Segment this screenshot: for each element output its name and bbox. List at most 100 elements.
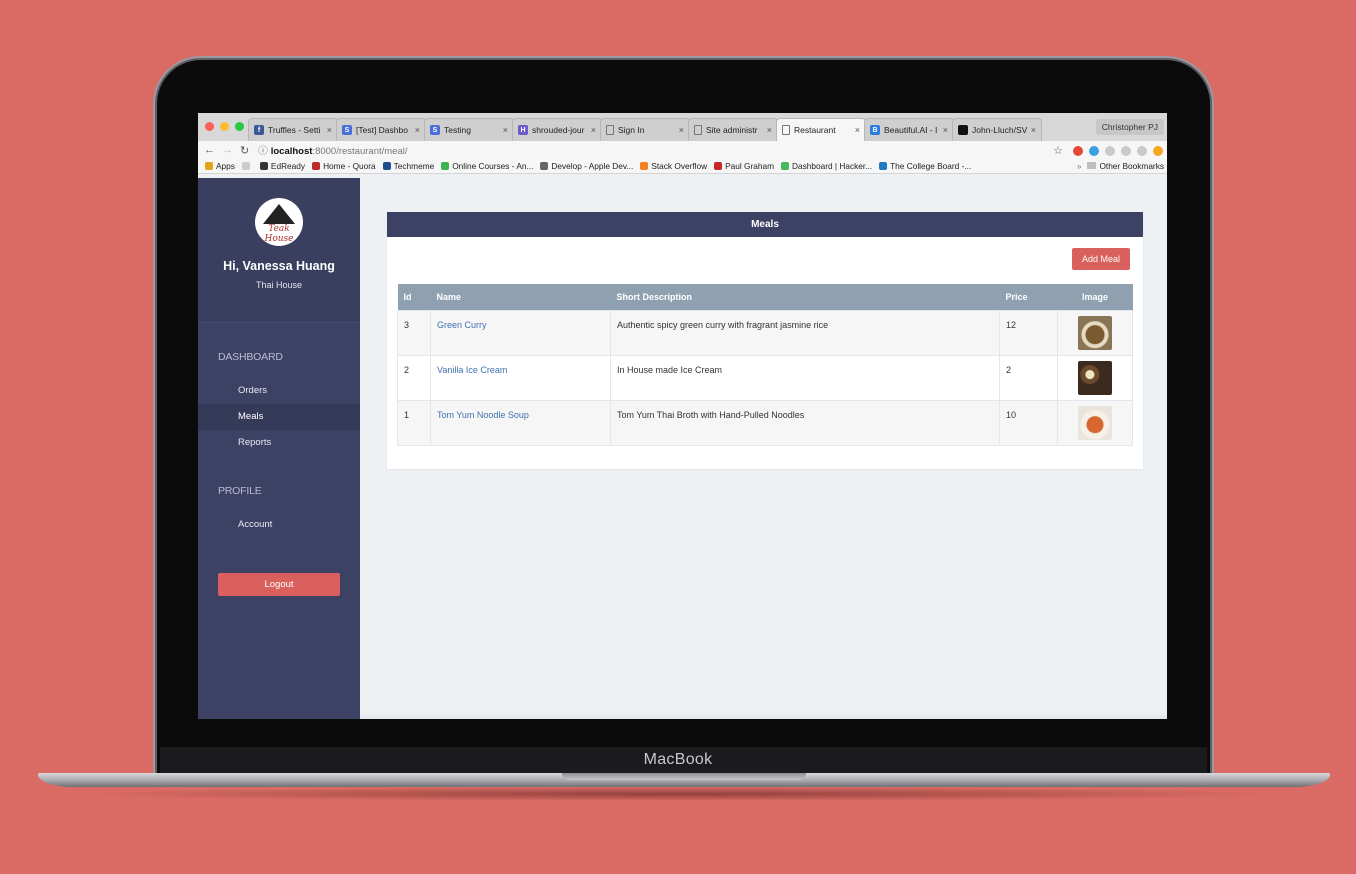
info-icon[interactable]: ⓘ: [258, 146, 268, 157]
reload-icon[interactable]: ↻: [240, 144, 249, 157]
browser-toolbar: ← → ↻ ⓘ localhost:8000/restaurant/meal/ ☆: [198, 141, 1167, 159]
bookmarks-overflow-icon[interactable]: »: [1077, 161, 1082, 171]
bookmark-item[interactable]: EdReady: [259, 161, 305, 171]
bookmark-item[interactable]: Apps: [205, 161, 235, 171]
browser-tab[interactable]: B Beautiful.AI - I ×: [864, 118, 954, 141]
column-header-price: Price: [999, 284, 1058, 310]
browser-tab[interactable]: John-Lluch/SV ×: [952, 118, 1042, 141]
laptop-shadow: [70, 787, 1286, 801]
tab-title: [Test] Dashbo: [356, 125, 408, 135]
page-icon: [782, 125, 790, 135]
browser-tab[interactable]: Restaurant ×: [776, 118, 866, 141]
browser-tab[interactable]: f Truffles - Setti ×: [248, 118, 338, 141]
close-tab-icon[interactable]: ×: [327, 125, 332, 135]
close-tab-icon[interactable]: ×: [679, 125, 684, 135]
close-tab-icon[interactable]: ×: [855, 125, 860, 135]
bookmark-favicon-icon: [205, 162, 213, 170]
browser-tab-bar: f Truffles - Setti × S [Test] Dashbo × S Testin…: [198, 113, 1167, 141]
close-tab-icon[interactable]: ×: [503, 125, 508, 135]
meal-name-link[interactable]: Green Curry: [430, 309, 611, 356]
meals-table: Id Name Short Description Price Image 3 …: [397, 284, 1133, 446]
sidebar-item-orders[interactable]: Orders: [198, 378, 360, 404]
restaurant-name: Thai House: [255, 280, 303, 290]
noodle-soup-photo: [1078, 405, 1112, 440]
bookmark-label: Online Courses - An...: [452, 161, 534, 171]
bookmark-item[interactable]: Home - Quora: [312, 161, 376, 171]
extension-icon[interactable]: [1105, 145, 1115, 156]
close-tab-icon[interactable]: ×: [943, 125, 948, 135]
close-tab-icon[interactable]: ×: [591, 125, 596, 135]
close-window-icon[interactable]: [205, 122, 214, 131]
panel-title: Meals: [387, 212, 1143, 237]
meal-image-cell: [1057, 354, 1133, 401]
extension-icon[interactable]: [1153, 145, 1163, 156]
address-bar[interactable]: ⓘ localhost:8000/restaurant/meal/: [258, 143, 407, 157]
tab-title: shrouded-jour: [532, 125, 585, 135]
browser-tab[interactable]: Sign In ×: [600, 118, 690, 141]
bookmark-label: Stack Overflow: [651, 161, 708, 171]
sidebar-item-reports[interactable]: Reports: [198, 430, 360, 456]
window-controls: [205, 122, 244, 131]
other-bookmarks[interactable]: » Other Bookmarks: [1077, 161, 1164, 171]
table-row: 1 Tom Yum Noodle Soup Tom Yum Thai Broth…: [397, 399, 1133, 446]
greeting: Hi, Vanessa Huang: [223, 259, 335, 273]
tab-title: Sign In: [618, 125, 645, 135]
table-header-row: Id Name Short Description Price Image: [397, 284, 1133, 310]
minimize-window-icon[interactable]: [220, 122, 229, 131]
page-icon: [606, 125, 614, 135]
browser-tab[interactable]: Site administr ×: [688, 118, 778, 141]
site-favicon-icon: B: [870, 125, 880, 135]
extension-icon[interactable]: [1089, 145, 1099, 156]
tab-title: Truffles - Setti: [268, 125, 321, 135]
screen: f Truffles - Setti × S [Test] Dashbo × S Testin…: [198, 113, 1167, 719]
browser-tab[interactable]: S Testing ×: [424, 118, 514, 141]
add-meal-button[interactable]: Add Meal: [1072, 248, 1130, 270]
page-icon: [694, 125, 702, 135]
browser-tab[interactable]: Hshrouded-jour ×: [512, 118, 602, 141]
bookmark-favicon-icon: [714, 162, 723, 170]
tab-title: Restaurant: [794, 125, 836, 135]
url-path: :8000/restaurant/meal/: [312, 146, 408, 157]
ice-cream-photo: [1078, 360, 1112, 395]
bookmark-item[interactable]: Develop - Apple Dev...: [540, 161, 633, 171]
logout-button[interactable]: Logout: [218, 573, 340, 596]
meal-name-link[interactable]: Tom Yum Noodle Soup: [430, 399, 611, 446]
section-profile: PROFILE: [218, 485, 262, 497]
browser-tabs: f Truffles - Setti × S [Test] Dashbo × S Testin…: [248, 118, 1107, 141]
extension-icon[interactable]: [1121, 145, 1131, 156]
browser-tab[interactable]: S [Test] Dashbo ×: [336, 118, 426, 141]
bookmark-item[interactable]: Online Courses - An...: [441, 161, 533, 171]
bookmark-item[interactable]: Dashboard | Hacker...: [781, 161, 872, 171]
opera-extension-icon[interactable]: [1073, 145, 1083, 156]
bookmark-favicon-icon: [259, 162, 268, 170]
close-tab-icon[interactable]: ×: [415, 125, 420, 135]
sidebar-item-meals[interactable]: Meals: [198, 404, 360, 430]
bookmark-item[interactable]: [241, 162, 253, 170]
back-arrow-icon[interactable]: ←: [204, 144, 215, 156]
bookmark-label: Home - Quora: [323, 161, 376, 171]
site-favicon-icon: S: [342, 125, 352, 135]
close-tab-icon[interactable]: ×: [1031, 125, 1036, 135]
green-curry-photo: [1078, 315, 1112, 350]
bookmark-star-icon[interactable]: ☆: [1053, 144, 1063, 157]
forward-arrow-icon[interactable]: →: [222, 144, 233, 156]
bookmark-label: Paul Graham: [725, 161, 775, 171]
sidebar-item-account[interactable]: Account: [198, 512, 360, 538]
bookmark-item[interactable]: Paul Graham: [714, 161, 774, 171]
column-header-id: Id: [397, 284, 431, 310]
laptop-notch: [562, 773, 806, 780]
browser-profile-button[interactable]: Christopher PJ: [1095, 119, 1164, 135]
column-header-image: Image: [1057, 284, 1133, 310]
zoom-window-icon[interactable]: [235, 122, 244, 131]
bookmark-item[interactable]: The College Board -...: [879, 161, 971, 171]
bookmark-item[interactable]: Techmeme: [382, 161, 434, 171]
bookmark-label: The College Board -...: [890, 161, 972, 171]
tab-title: John-Lluch/SV: [972, 125, 1028, 135]
close-tab-icon[interactable]: ×: [767, 125, 772, 135]
extension-icon[interactable]: [1137, 145, 1147, 156]
meal-name-link[interactable]: Vanilla Ice Cream: [430, 354, 611, 401]
bookmark-item[interactable]: Stack Overflow: [640, 161, 707, 171]
meal-image-cell: [1057, 309, 1133, 356]
meal-id: 1: [397, 399, 431, 446]
url-host: localhost: [270, 146, 313, 157]
